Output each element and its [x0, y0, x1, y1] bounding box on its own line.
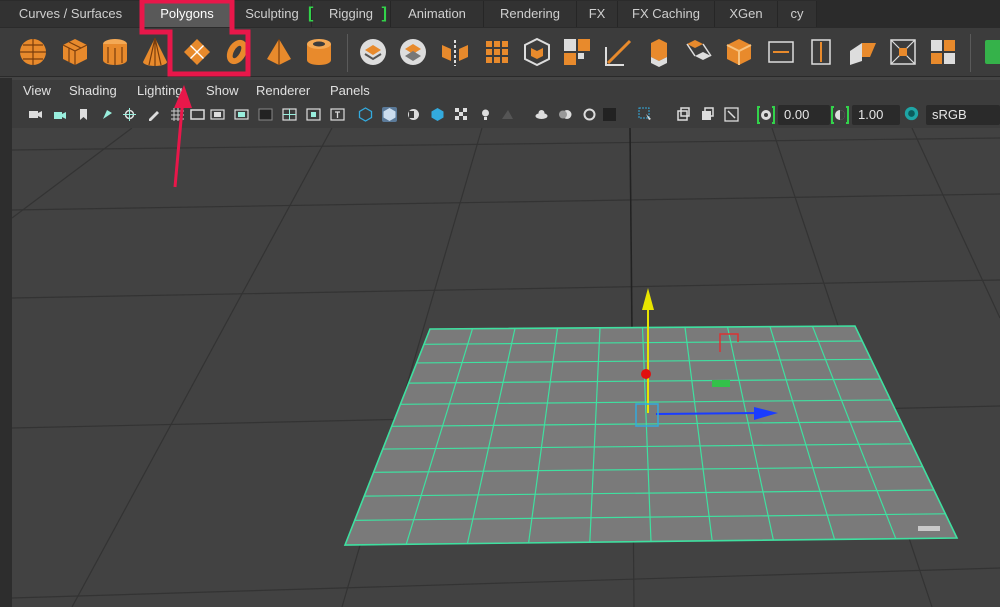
highlight-arrow-head: [174, 85, 192, 108]
highlight-arrow-line: [173, 97, 185, 188]
annotation-overlay: [139, 0, 251, 188]
highlight-box: [139, 0, 251, 77]
